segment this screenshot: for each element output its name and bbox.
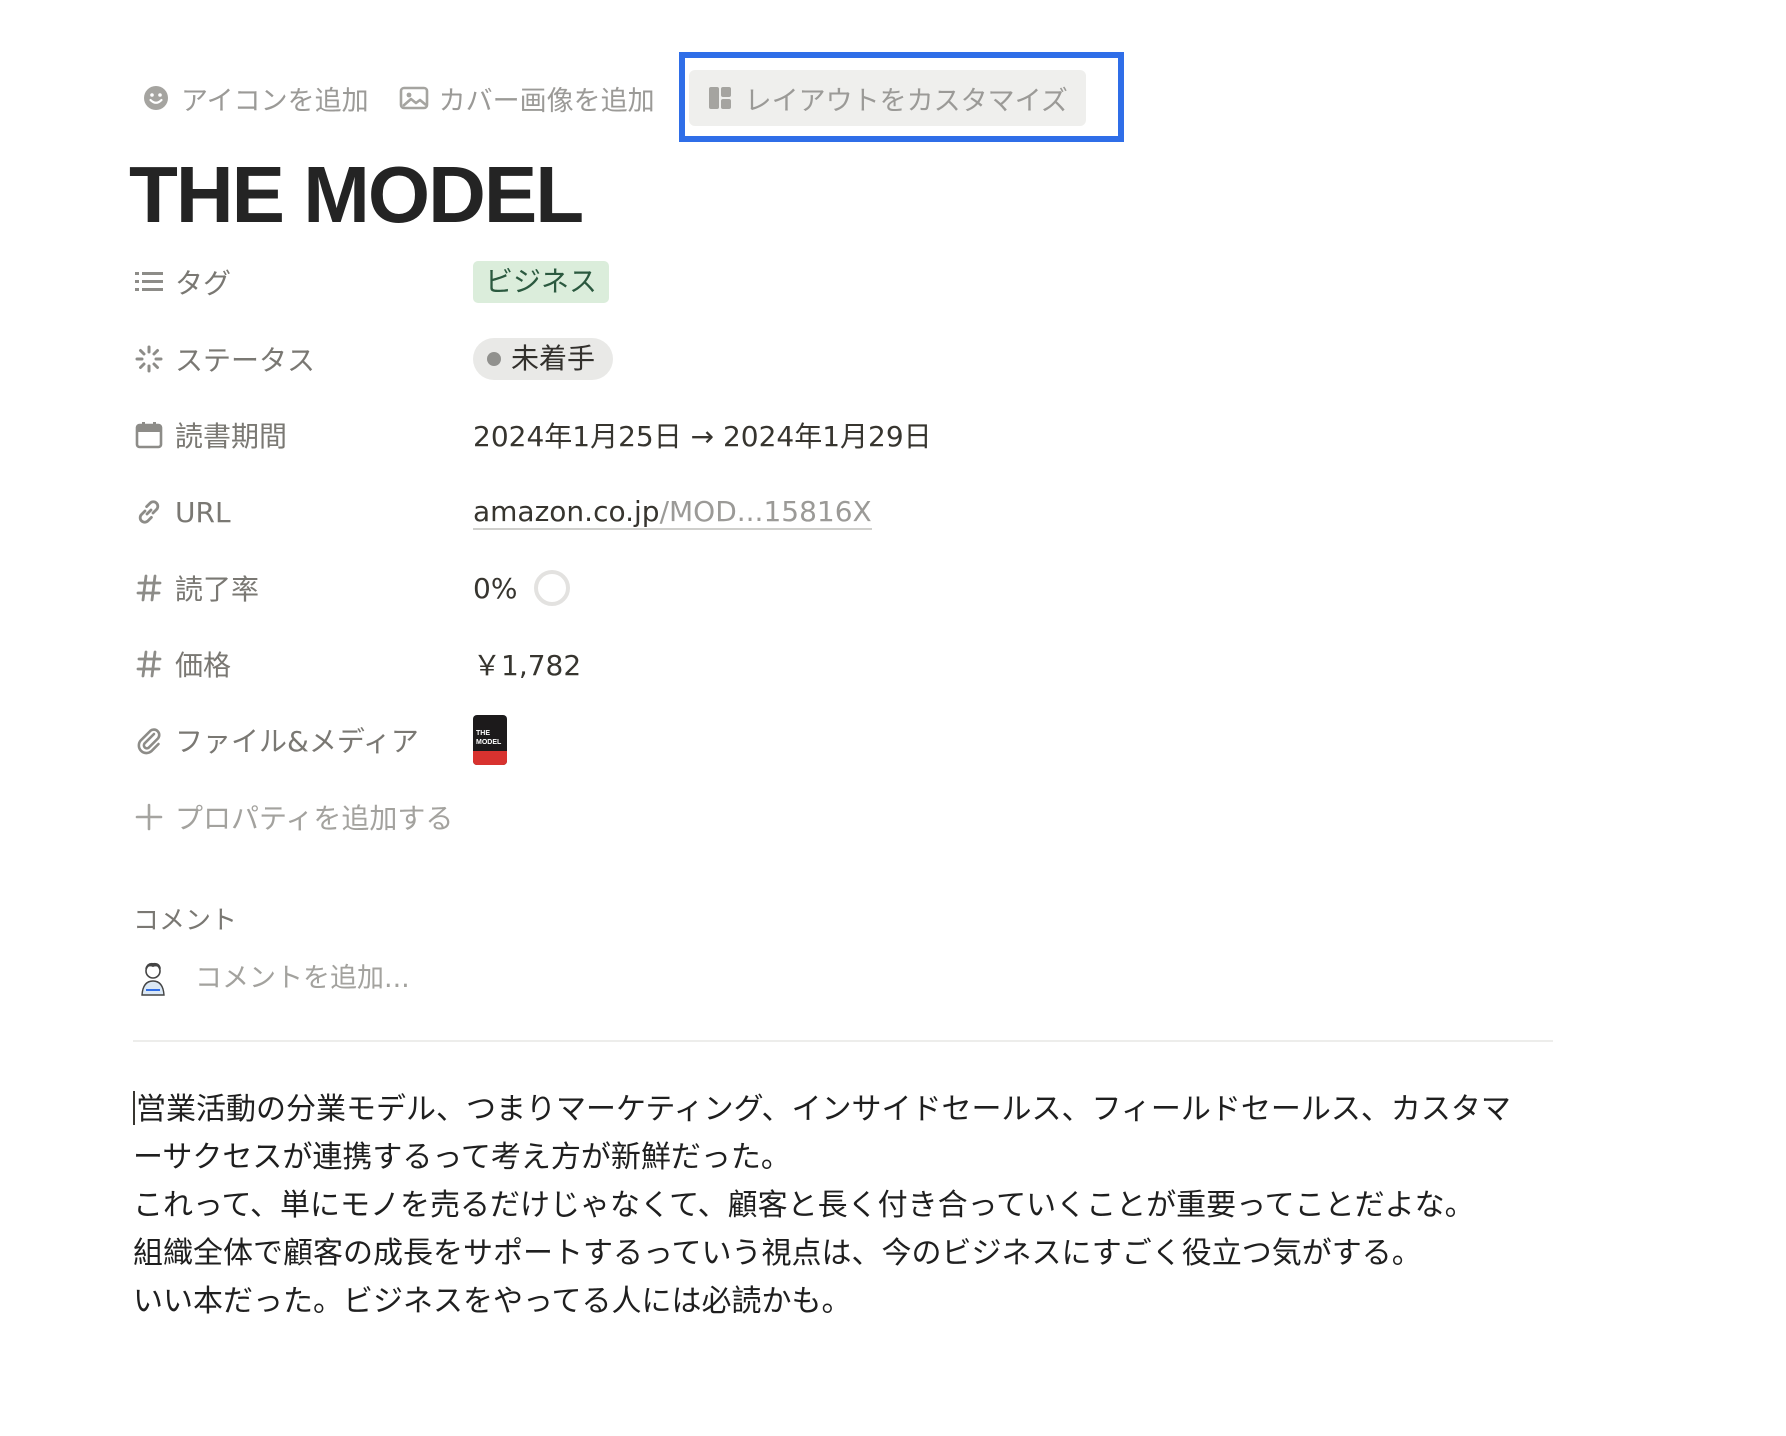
customize-layout-label: レイアウトをカスタマイズ (744, 85, 1068, 117)
book-cover-art: THE MODEL (476, 730, 502, 746)
number-icon (133, 572, 165, 604)
url-path[interactable]: /MOD...15816X (659, 495, 872, 530)
add-cover-label: カバー画像を追加 (438, 85, 655, 117)
body-paragraph[interactable]: 組織全体で顧客の成長をサポートするっていう視点は、今のビジネスにすごく役立つ気が… (133, 1230, 1533, 1278)
property-price-name[interactable]: 価格 (133, 644, 473, 684)
link-icon (133, 496, 165, 528)
divider (133, 1040, 1553, 1042)
property-reading-period-value[interactable]: 2024年1月25日 → 2024年1月29日 (473, 415, 932, 455)
add-property-label: プロパティを追加する (175, 802, 454, 835)
property-files-label: ファイル&メディア (175, 725, 419, 758)
property-status: ステータス 未着手 (133, 330, 1133, 388)
comments-heading: コメント (133, 906, 238, 936)
comment-input[interactable] (195, 962, 795, 994)
status-dot-icon (487, 352, 501, 366)
book-cover-band (473, 751, 507, 765)
property-read-rate-value[interactable]: 0% (473, 569, 571, 607)
property-status-value[interactable]: 未着手 (473, 338, 614, 380)
comment-composer (137, 960, 795, 996)
body-paragraph[interactable]: いい本だった。ビジネスをやってる人には必読かも。 (133, 1278, 1533, 1326)
paperclip-icon (133, 724, 165, 756)
book-cover-thumbnail[interactable]: THE MODEL (473, 715, 507, 765)
add-icon-label: アイコンを追加 (181, 85, 369, 117)
property-tag-name[interactable]: タグ (133, 262, 473, 302)
text-cursor (133, 1091, 135, 1125)
body-paragraph[interactable]: 営業活動の分業モデル、つまりマーケティング、インサイドセールス、フィールドセール… (133, 1086, 1533, 1182)
url-domain[interactable]: amazon.co.jp (473, 495, 660, 530)
add-icon-button[interactable]: アイコンを追加 (133, 74, 377, 122)
property-price-label: 価格 (175, 649, 232, 682)
tag-chip: ビジネス (473, 261, 610, 303)
property-tag: タグ ビジネス (133, 253, 1133, 311)
number-icon (133, 648, 165, 680)
body-paragraph[interactable]: これって、単にモノを売るだけじゃなくて、顧客と長く付き合っていくことが重要ってこ… (133, 1182, 1533, 1230)
property-reading-period-label: 読書期間 (175, 420, 288, 453)
body-paragraph-text: 営業活動の分業モデル、つまりマーケティング、インサイドセールス、フィールドセール… (133, 1092, 1511, 1175)
property-reading-period: 読書期間 2024年1月25日 → 2024年1月29日 (133, 406, 1133, 464)
layout-icon (705, 83, 735, 113)
page-body[interactable]: 営業活動の分業モデル、つまりマーケティング、インサイドセールス、フィールドセール… (133, 1086, 1533, 1326)
status-chip: 未着手 (473, 338, 614, 380)
property-files-value[interactable]: THE MODEL (473, 715, 507, 765)
property-price-value[interactable]: ￥1,782 (473, 644, 581, 684)
progress-ring-icon (534, 570, 571, 606)
property-status-label: ステータス (175, 344, 316, 377)
page-actions-bar: アイコンを追加 カバー画像を追加 レイアウトをカスタマイズ (133, 52, 1124, 142)
property-url-name[interactable]: URL (133, 496, 473, 529)
calendar-icon (133, 419, 165, 451)
property-url-label: URL (175, 495, 231, 529)
property-files-name[interactable]: ファイル&メディア (133, 720, 473, 760)
property-tag-label: タグ (175, 267, 232, 300)
property-read-rate-name[interactable]: 読了率 (133, 568, 473, 608)
read-rate-text: 0% (473, 571, 518, 605)
property-url: URL amazon.co.jp/MOD...15816X (133, 483, 1133, 541)
property-url-value[interactable]: amazon.co.jp/MOD...15816X (473, 495, 872, 530)
add-property-button[interactable]: プロパティを追加する (133, 797, 453, 837)
status-spinner-icon (133, 343, 165, 375)
property-status-name[interactable]: ステータス (133, 339, 473, 379)
property-files: ファイル&メディア THE MODEL (133, 711, 1133, 769)
property-tag-value[interactable]: ビジネス (473, 261, 610, 303)
status-chip-label: 未着手 (511, 342, 596, 375)
add-cover-button[interactable]: カバー画像を追加 (391, 74, 663, 122)
property-read-rate: 読了率 0% (133, 559, 1133, 617)
plus-icon (133, 801, 165, 833)
smiley-icon (141, 83, 171, 113)
list-icon (133, 266, 165, 298)
property-price: 価格 ￥1,782 (133, 635, 1133, 693)
avatar (141, 962, 165, 996)
add-property-row[interactable]: プロパティを追加する (133, 788, 1133, 846)
customize-layout-button[interactable]: レイアウトをカスタマイズ (688, 70, 1086, 126)
page-title[interactable]: THE MODEL (129, 150, 584, 240)
property-reading-period-name[interactable]: 読書期間 (133, 415, 473, 455)
property-read-rate-label: 読了率 (175, 573, 260, 606)
image-icon (399, 83, 429, 113)
